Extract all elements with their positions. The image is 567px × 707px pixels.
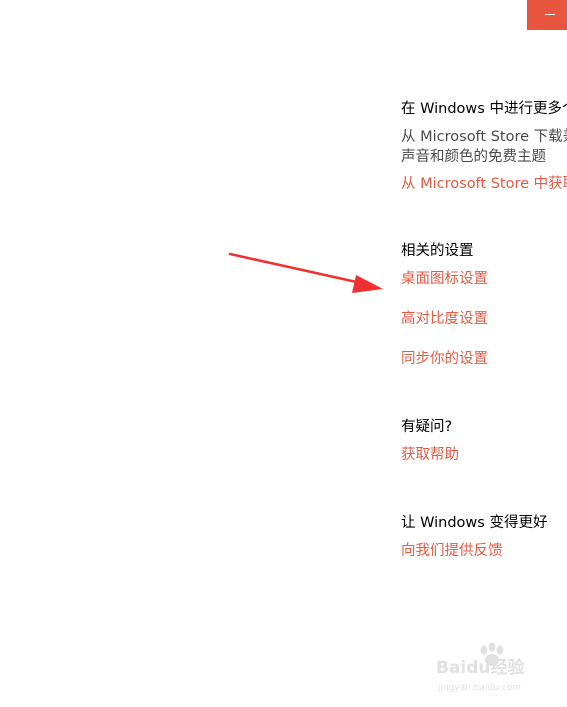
- feedback-heading: 让 Windows 变得更好: [401, 515, 548, 531]
- baidu-watermark: Baidu经验 jingyan.baidu.com: [436, 642, 546, 697]
- settings-window: 在 Windows 中进行更多个 从 Microsoft Store 下载兼 声…: [0, 0, 567, 707]
- more-windows-desc-line2: 声音和颜色的免费主题: [401, 149, 546, 165]
- give-feedback-link[interactable]: 向我们提供反馈: [401, 541, 503, 561]
- desktop-icon-settings-link[interactable]: 桌面图标设置: [401, 269, 488, 289]
- sync-settings-link[interactable]: 同步你的设置: [401, 349, 488, 369]
- questions-heading: 有疑问?: [401, 419, 453, 435]
- get-help-link[interactable]: 获取帮助: [401, 445, 459, 465]
- more-windows-heading: 在 Windows 中进行更多个: [401, 101, 567, 117]
- high-contrast-settings-link[interactable]: 高对比度设置: [401, 309, 488, 329]
- arrow-icon: [225, 248, 390, 298]
- right-panel: 在 Windows 中进行更多个 从 Microsoft Store 下载兼 声…: [401, 0, 567, 707]
- get-from-store-link[interactable]: 从 Microsoft Store 中获取: [401, 174, 567, 194]
- related-settings-heading: 相关的设置: [401, 243, 474, 259]
- baidu-url-text: jingyan.baidu.com: [437, 683, 521, 693]
- more-windows-desc-line1: 从 Microsoft Store 下载兼: [401, 129, 567, 145]
- baidu-logo-text: Baidu经验: [436, 657, 526, 678]
